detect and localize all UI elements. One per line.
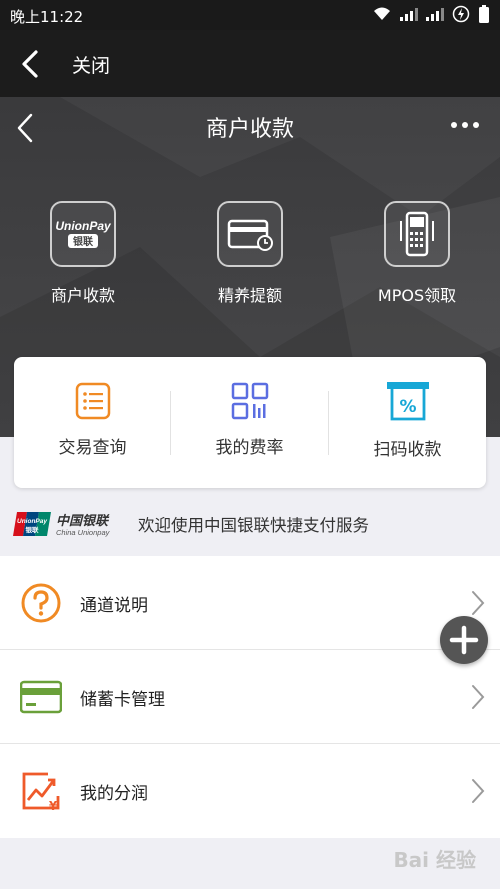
status-time: 晚上11:22 [10,8,84,26]
status-icons [372,5,490,23]
battery-icon [479,5,489,23]
signal-icon [426,8,444,21]
unionpay-banner: UnionPay 银联 中国银联 China Unionpay 欢迎使用中国银联… [0,496,500,552]
svg-text:中国银联: 中国银联 [56,513,110,529]
status-bar: 晚上11:22 [0,0,500,30]
quick-action-label: 交易查询 [58,438,127,458]
credit-card-clock-icon [217,201,283,267]
quick-action-transaction-query[interactable]: 交易查询 [14,357,171,488]
plus-icon [449,625,479,655]
scan-pay-icon: % [386,382,429,421]
quick-actions-card: 交易查询 我的费率 % 扫码收款 [14,357,486,488]
svg-text:¥: ¥ [49,799,58,812]
list-item-label: 我的分润 [80,784,148,804]
wifi-icon [374,7,390,20]
chevron-right-icon [472,779,485,803]
close-button[interactable]: 关闭 [72,51,110,78]
svg-text:银联: 银联 [26,525,40,534]
china-unionpay-logo: UnionPay 银联 中国银联 China Unionpay [13,512,111,537]
floating-add-button[interactable] [440,616,488,664]
list-item-label: 通道说明 [80,596,148,616]
charging-icon [452,5,470,23]
list-item-my-profit[interactable]: ¥ 我的分润 [0,744,500,838]
feature-label: 精养提额 [217,286,282,305]
page-title: 商户收款 [205,117,294,142]
feature-merchant-collection[interactable]: UnionPay 银联 商户收款 [18,201,148,306]
profit-chart-icon: ¥ [22,772,60,812]
webview-title-bar: 关闭 [0,30,500,97]
svg-text:银联: 银联 [73,235,93,248]
chevron-right-icon [472,591,485,615]
quick-action-my-rate[interactable]: 我的费率 [171,357,328,488]
pos-terminal-icon [384,201,450,267]
svg-text:%: % [399,397,416,417]
feature-label: 商户收款 [50,286,115,305]
list-item-label: 储蓄卡管理 [80,690,165,710]
quick-action-scan-pay[interactable]: % 扫码收款 [329,357,486,488]
question-circle-icon [21,583,61,623]
signal-icon [400,8,418,21]
svg-text:UnionPay: UnionPay [17,518,47,525]
feature-credit-boost[interactable]: 精养提额 [185,201,315,306]
settings-list: 通道说明 储蓄卡管理 ¥ 我的分润 [0,556,500,838]
unionpay-card-icon: UnionPay 银联 [50,201,116,267]
feature-label: MPOS领取 [377,286,457,305]
svg-text:China Unionpay: China Unionpay [56,528,111,537]
grid-chart-icon [231,382,268,420]
watermark: Bai 经验 [393,848,476,872]
quick-action-label: 我的费率 [215,438,284,458]
list-item-debit-card[interactable]: 储蓄卡管理 [0,650,500,744]
quick-action-label: 扫码收款 [373,440,442,460]
chevron-right-icon [472,685,485,709]
svg-text:UnionPay: UnionPay [55,219,112,233]
debit-card-icon [20,680,62,714]
unionpay-welcome-text: 欢迎使用中国银联快捷支付服务 [138,516,369,535]
back-arrow-icon[interactable] [14,46,50,82]
more-options-icon[interactable] [448,114,482,136]
feature-mpos-claim[interactable]: MPOS领取 [352,201,482,306]
list-item-channel-info[interactable]: 通道说明 [0,556,500,650]
list-document-icon [75,382,110,420]
